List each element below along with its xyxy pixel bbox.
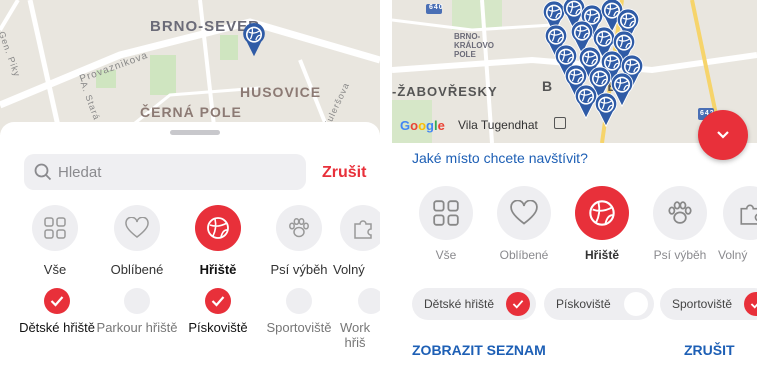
puzzle-icon — [354, 220, 372, 239]
map-label: B — [542, 78, 554, 94]
category-playground[interactable]: Hřiště — [564, 186, 640, 262]
google-logo: Google — [400, 118, 445, 133]
subcategory-parkour[interactable]: Parkour hřiště — [96, 288, 178, 335]
category-icon-wrap — [340, 205, 380, 251]
map-pin-icon[interactable] — [240, 22, 268, 58]
map-pin-icon[interactable] — [592, 92, 620, 128]
category-label: Vše — [43, 262, 67, 277]
category-icon-wrap — [195, 205, 241, 251]
map-view[interactable]: BRNO-SEVER Provaznikova HUSOVICE ČERNÁ P… — [0, 0, 380, 135]
filter-sports[interactable]: Sportoviště — [660, 288, 757, 320]
check-icon — [512, 300, 524, 309]
subcategory-label: Dětské hřiště — [19, 320, 95, 335]
category-all[interactable]: Vše — [408, 186, 484, 262]
chevron-down-icon — [717, 131, 729, 139]
google-logo-letter: o — [410, 118, 419, 133]
subcategory-workout[interactable]: Work hřiš — [340, 288, 380, 350]
bottom-sheet: Hledat Zrušit Vše Oblíbené Hřiště Psí vý… — [0, 122, 380, 372]
category-label: Hřiště — [199, 262, 237, 277]
category-icon-wrap — [575, 186, 629, 240]
map-label: HUSOVICE — [240, 84, 322, 100]
subcategory-label: Parkour hřiště — [96, 320, 178, 335]
category-icon-wrap — [497, 186, 551, 240]
search-placeholder: Hledat — [58, 164, 102, 181]
google-logo-letter: G — [400, 118, 411, 133]
checkbox — [358, 288, 380, 314]
grid-icon — [433, 200, 459, 226]
search-input[interactable]: Hledat — [24, 154, 306, 190]
poi-label: Vila Tugendhat — [458, 118, 538, 132]
category-dog-run[interactable]: Psí výběh — [254, 205, 344, 277]
subcategory-children-playground[interactable]: Dětské hřiště — [16, 288, 98, 335]
subcategory-sports[interactable]: Sportoviště — [258, 288, 340, 335]
collapse-button[interactable] — [698, 110, 748, 160]
google-logo-letter: o — [418, 118, 427, 133]
category-icon-wrap — [114, 205, 160, 251]
google-logo-letter: g — [426, 118, 434, 133]
checkbox — [205, 288, 231, 314]
filter-label: Dětské hřiště — [424, 297, 495, 311]
right-screen: 640 642 BRNO-KRÁLOVO POLE -ŽABOVŘESKY B … — [392, 0, 757, 372]
category-icon-wrap — [723, 186, 757, 240]
drag-handle[interactable] — [170, 130, 220, 135]
puzzle-icon — [740, 204, 757, 225]
map-label: ČERNÁ POLE — [140, 104, 242, 120]
category-icon-wrap — [419, 186, 473, 240]
category-all[interactable]: Vše — [10, 205, 100, 277]
category-free[interactable]: Volný — [718, 186, 757, 262]
check-icon — [50, 296, 64, 307]
category-label: Oblíbené — [110, 262, 164, 277]
map-label: BRNO-KRÁLOVO POLE — [454, 32, 494, 59]
subcategory-sandpit[interactable]: Pískoviště — [177, 288, 259, 335]
museum-icon — [554, 117, 566, 129]
category-favorites[interactable]: Oblíbené — [486, 186, 562, 262]
cancel-button[interactable]: ZRUŠIT — [684, 342, 735, 358]
volleyball-icon — [589, 200, 615, 226]
category-favorites[interactable]: Oblíbené — [92, 205, 182, 277]
check-icon — [211, 296, 225, 307]
category-icon-wrap — [276, 205, 322, 251]
category-label: Psí výběh — [270, 262, 328, 277]
subcategory-label: Sportoviště — [266, 320, 332, 335]
left-screen: BRNO-SEVER Provaznikova HUSOVICE ČERNÁ P… — [0, 0, 380, 372]
subcategory-label: Work hřiš — [340, 320, 371, 350]
category-playground[interactable]: Hřiště — [173, 205, 263, 277]
category-icon-wrap — [653, 186, 707, 240]
checkbox — [624, 292, 648, 316]
grid-icon — [44, 217, 66, 239]
search-icon — [34, 163, 52, 181]
category-icon-wrap — [32, 205, 78, 251]
category-label: Oblíbené — [499, 248, 549, 262]
volleyball-icon — [207, 217, 229, 239]
category-free[interactable]: Volný — [333, 205, 380, 277]
checkbox — [506, 292, 530, 316]
road-shield-label: 640 — [429, 4, 444, 11]
google-logo-letter: e — [437, 118, 445, 133]
category-label: Hřiště — [584, 248, 619, 262]
filter-label: Sportoviště — [672, 297, 733, 311]
checkbox — [44, 288, 70, 314]
question-text: Jaké místo chcete navštívit? — [412, 150, 588, 166]
category-label: Vše — [435, 248, 457, 262]
category-label: Volný — [718, 248, 748, 262]
map-label: -ŽABOVŘESKY — [392, 84, 498, 99]
category-label: Volný — [333, 262, 365, 277]
check-icon — [750, 303, 757, 309]
checkbox — [744, 292, 757, 316]
category-label: Psí výběh — [653, 248, 707, 262]
paw-icon — [289, 217, 309, 238]
screen-gap — [380, 0, 392, 372]
filter-sandpit[interactable]: Pískoviště — [544, 288, 654, 320]
heart-icon — [125, 217, 149, 238]
filter-label: Pískoviště — [556, 297, 611, 311]
checkbox — [286, 288, 312, 314]
paw-icon — [668, 201, 692, 224]
filter-children-playground[interactable]: Dětské hřiště — [412, 288, 536, 320]
category-dog-run[interactable]: Psí výběh — [642, 186, 718, 262]
subcategory-label: Pískoviště — [188, 320, 248, 335]
heart-icon — [510, 200, 538, 225]
checkbox — [124, 288, 150, 314]
cancel-button[interactable]: Zrušit — [322, 164, 366, 182]
show-list-button[interactable]: ZOBRAZIT SEZNAM — [412, 342, 546, 358]
